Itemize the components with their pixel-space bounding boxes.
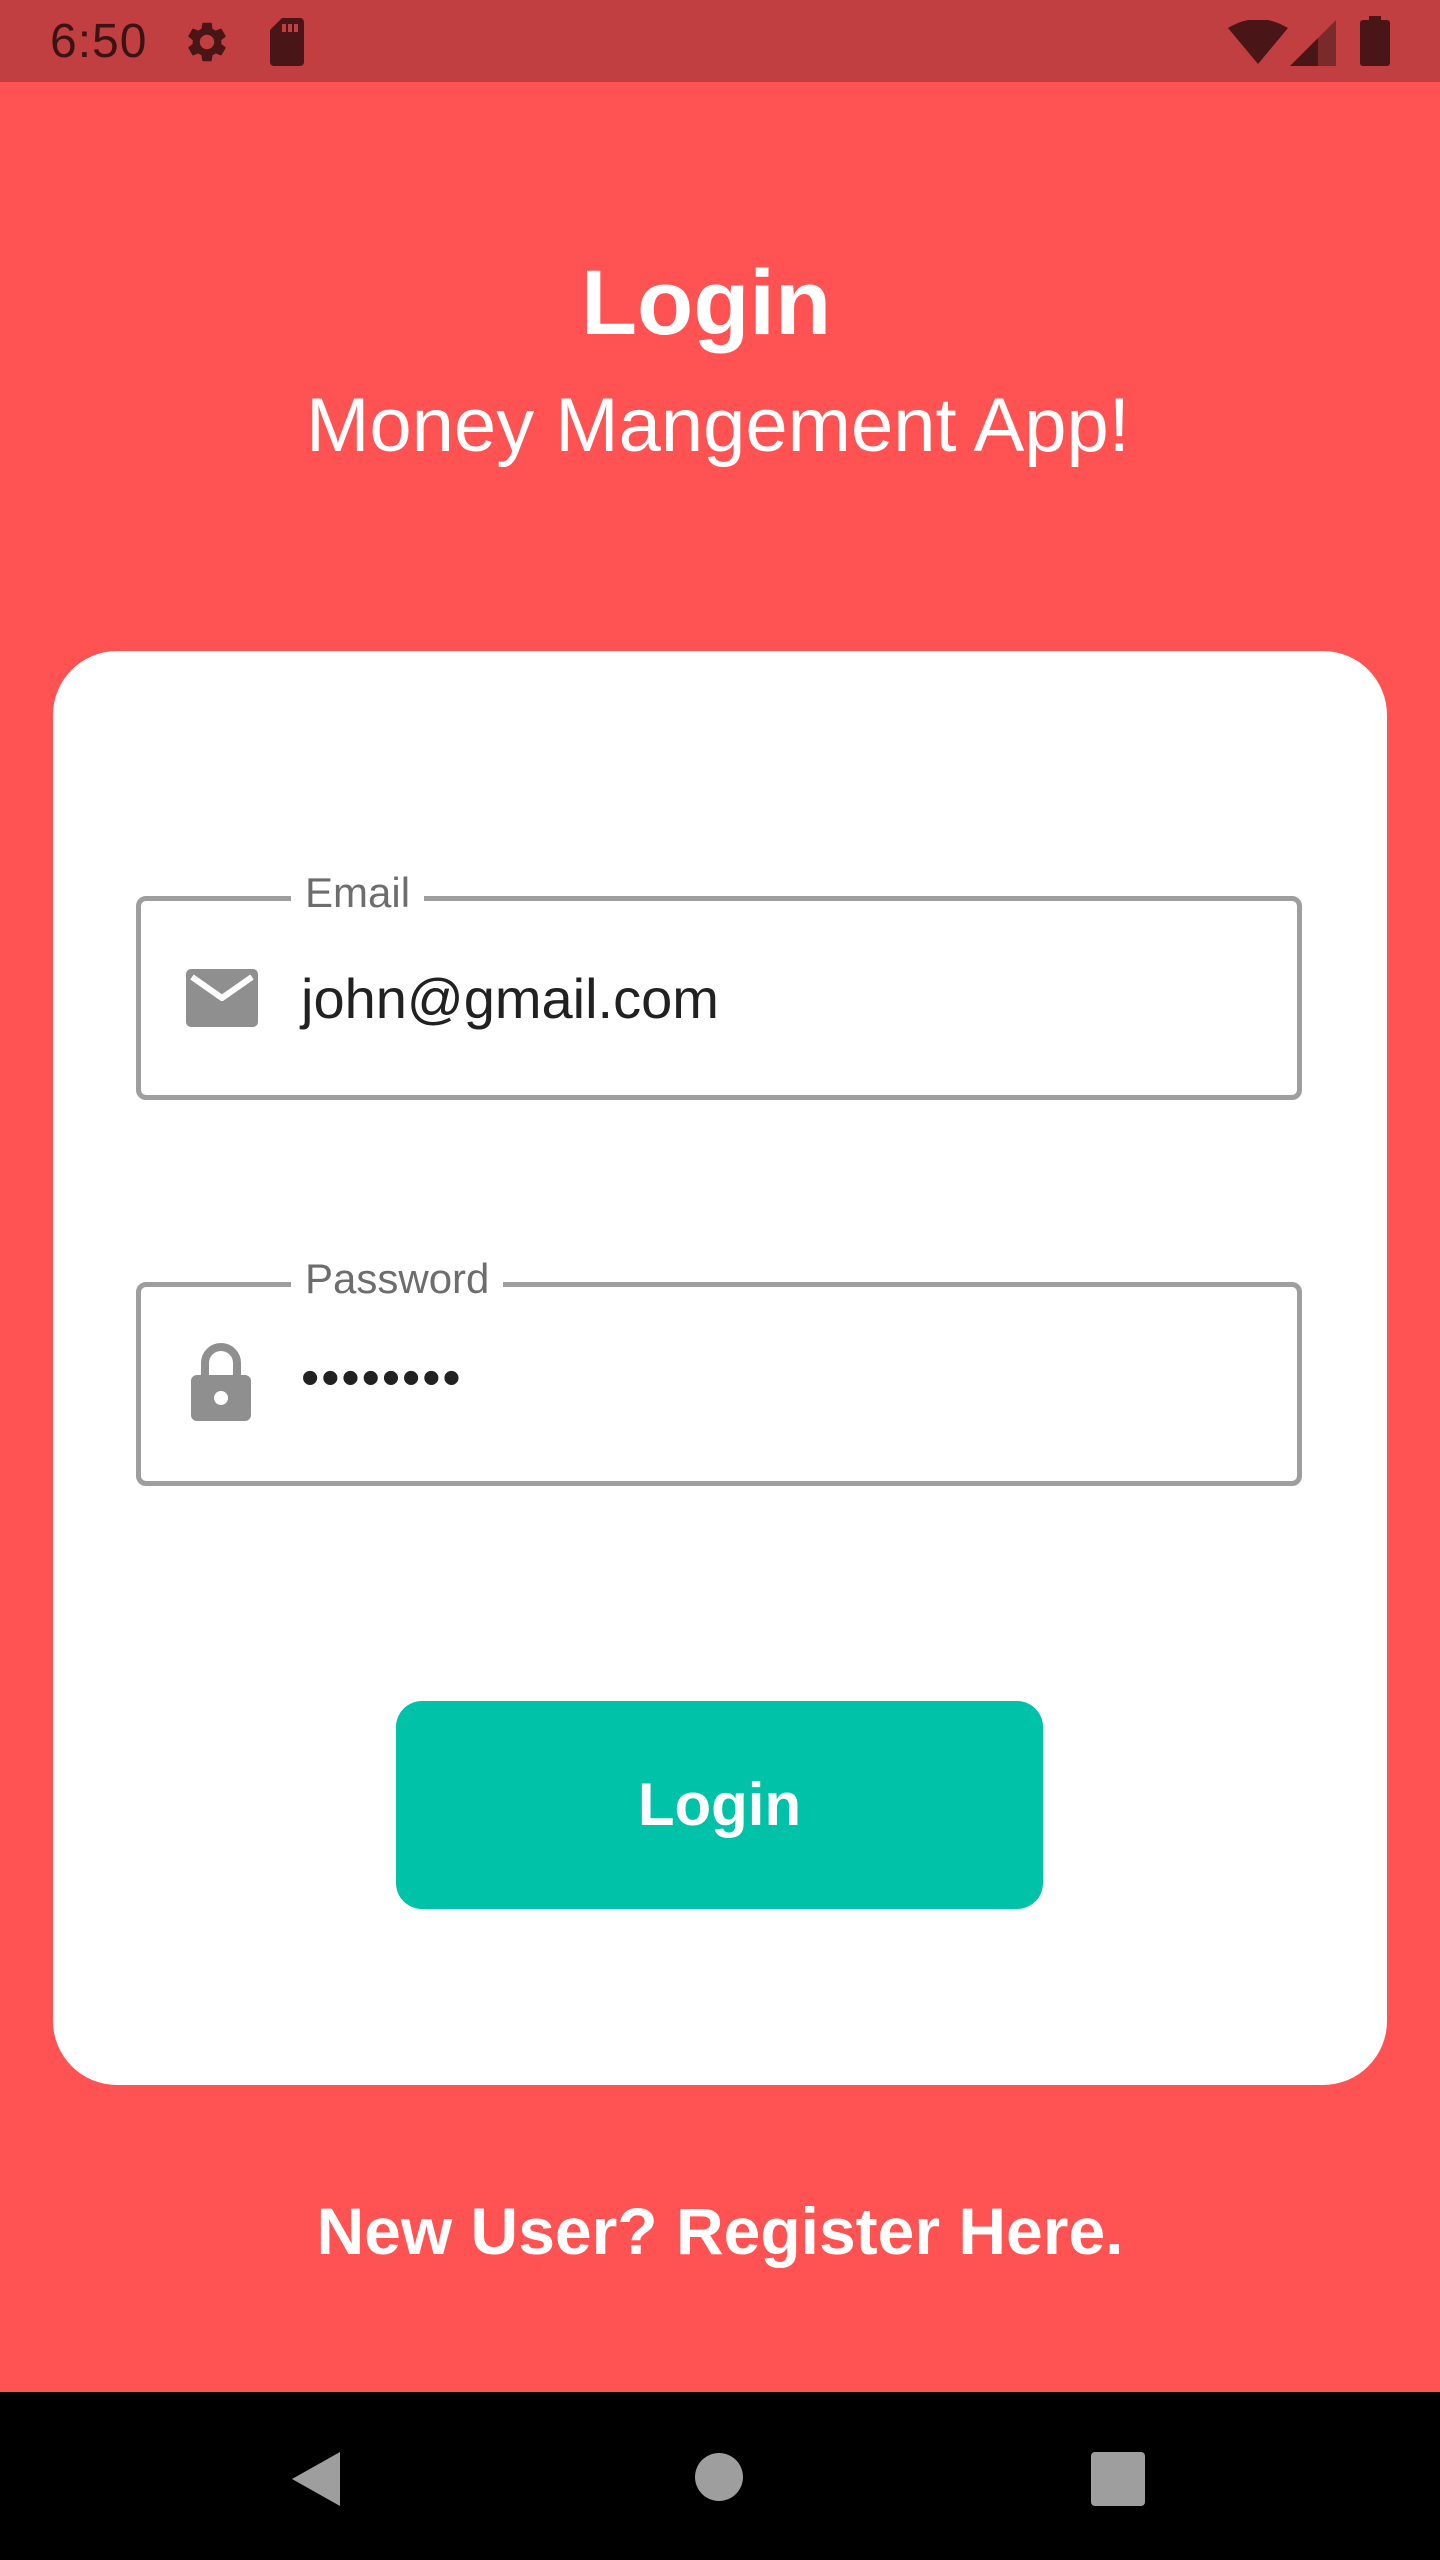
password-field[interactable]: Password •••••••• [136,1251,1302,1486]
register-link[interactable]: New User? Register Here. [0,2190,1440,2272]
status-bar: 6:50 [0,0,1440,82]
password-label: Password [291,1251,504,1307]
email-label: Email [291,865,425,921]
status-time: 6:50 [50,15,148,68]
wifi-icon [1228,20,1288,64]
email-field[interactable]: Email john@gmail.com [136,865,1302,1100]
lock-icon [191,1343,251,1421]
email-input[interactable]: john@gmail.com [301,966,719,1032]
gear-icon [188,22,226,62]
sd-card-icon [270,18,304,66]
password-input[interactable]: •••••••• [301,1345,463,1411]
back-button[interactable] [286,2448,348,2510]
mail-icon [186,969,258,1027]
navigation-bar [0,2392,1440,2560]
signal-icon [1290,20,1336,66]
recents-button[interactable] [1091,2452,1145,2506]
page-subtitle: Money Mangement App! [306,383,1130,468]
home-button[interactable] [694,2452,744,2502]
login-button[interactable]: Login [396,1701,1043,1909]
battery-icon [1360,16,1390,66]
page-title: Login [580,252,832,354]
